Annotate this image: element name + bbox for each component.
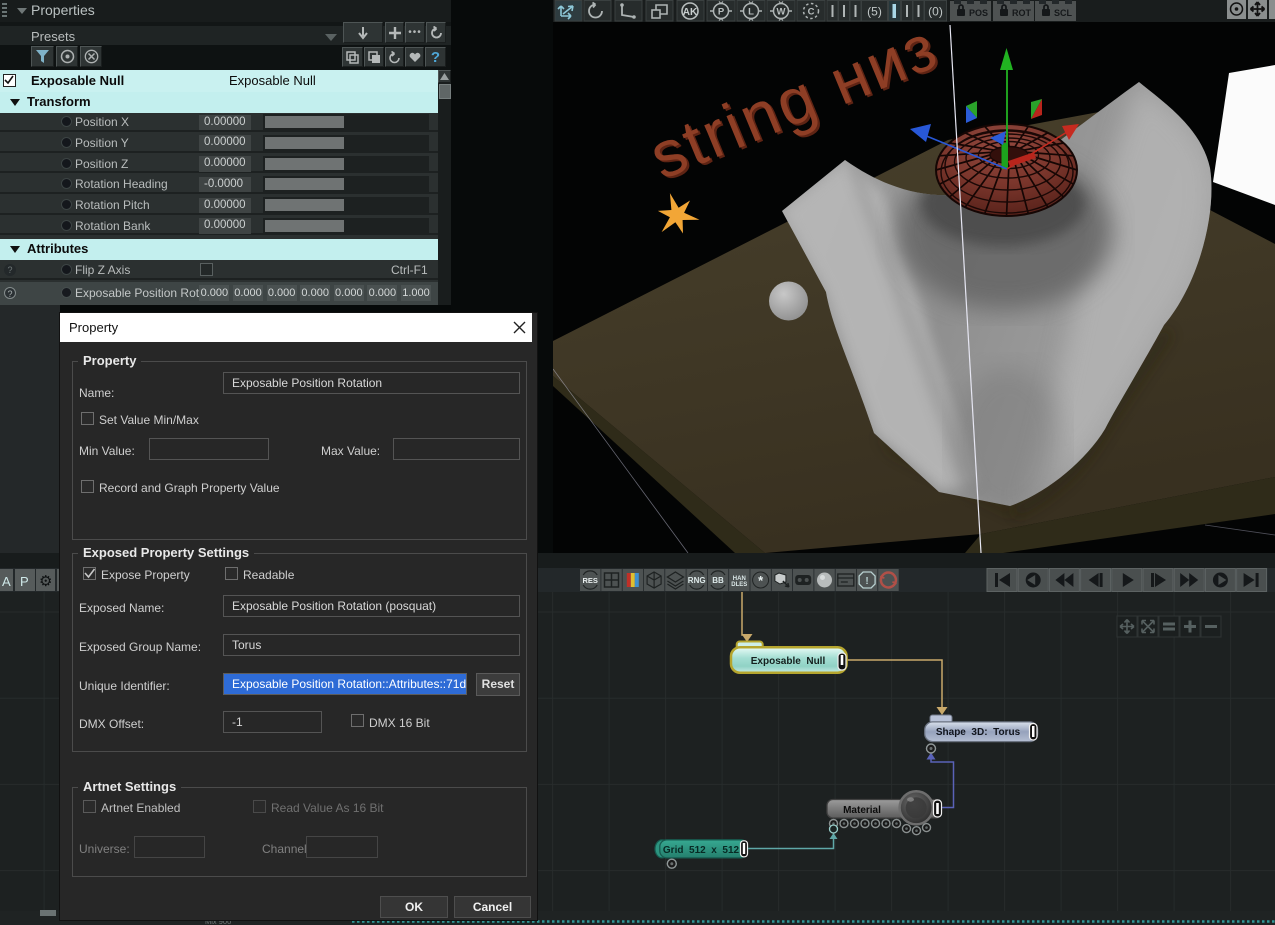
svg-text:P: P bbox=[718, 7, 725, 18]
svg-text:BB: BB bbox=[712, 576, 724, 585]
svg-text:ROT: ROT bbox=[1012, 8, 1032, 18]
svg-text:A: A bbox=[2, 574, 11, 589]
svg-text:C: C bbox=[808, 7, 815, 18]
svg-text:RNG: RNG bbox=[688, 576, 706, 585]
svg-text:!: ! bbox=[865, 576, 868, 587]
svg-text:AK: AK bbox=[683, 7, 698, 18]
svg-text:P: P bbox=[20, 574, 29, 589]
svg-text:SCL: SCL bbox=[1054, 8, 1073, 18]
svg-text:L: L bbox=[748, 7, 754, 18]
svg-text:Shape 3D: Torus: Shape 3D: Torus bbox=[936, 727, 1021, 738]
svg-text:Grid 512 x 512: Grid 512 x 512 bbox=[663, 845, 740, 856]
svg-text:POS: POS bbox=[969, 8, 988, 18]
svg-text:W: W bbox=[777, 7, 786, 18]
svg-text:(0): (0) bbox=[928, 5, 943, 19]
svg-text:⚙: ⚙ bbox=[39, 573, 52, 590]
svg-text:Exposable Null: Exposable Null bbox=[751, 656, 826, 667]
svg-text:Material: Material bbox=[843, 805, 881, 816]
svg-text:(5): (5) bbox=[867, 5, 882, 19]
svg-text:RES: RES bbox=[582, 576, 597, 585]
svg-text:DLES: DLES bbox=[731, 582, 747, 588]
